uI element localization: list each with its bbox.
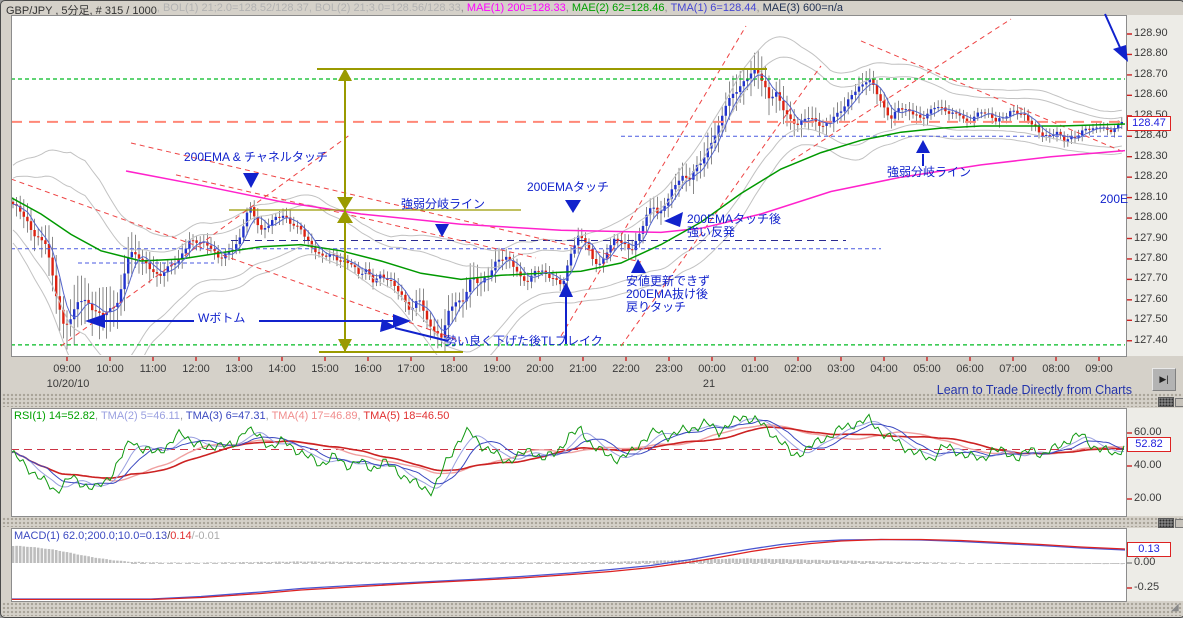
bottom-bar — [2, 602, 1183, 616]
splitter-grip-icon[interactable] — [1158, 397, 1174, 407]
chart-app-window: GBP/JPY , 5分足, # 315 / 1000, BOL(1) 21;2… — [0, 0, 1183, 618]
rsi-plot-area — [12, 409, 1127, 517]
learn-to-trade-link[interactable]: Learn to Trade Directly from Charts — [937, 383, 1132, 397]
main-plot-area — [12, 16, 1127, 357]
current-price-box: 128.47 — [1127, 116, 1171, 131]
splitter-grip-icon[interactable] — [1158, 518, 1174, 528]
splitter-corner-icon[interactable] — [1175, 519, 1183, 528]
scroll-next-button[interactable]: ▶| — [1152, 368, 1176, 391]
splitter-rsi-macd[interactable] — [2, 517, 1183, 527]
rsi-value-box: 52.82 — [1127, 437, 1171, 452]
splitter-corner-icon[interactable] — [1175, 398, 1183, 407]
macd-value-box: 0.13 — [1127, 542, 1171, 557]
macd-plot-area — [12, 529, 1127, 602]
resize-corner-icon[interactable]: ◢ — [1171, 602, 1179, 613]
